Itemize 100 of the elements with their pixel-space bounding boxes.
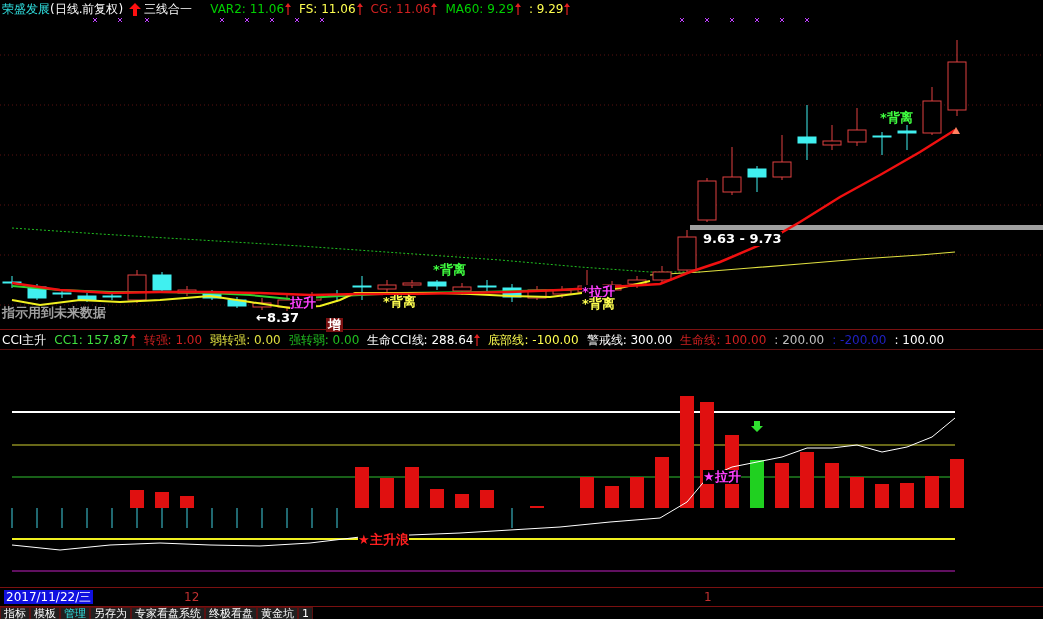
cci-stick [311, 507, 313, 529]
candlestick [922, 86, 942, 136]
stock-name: 荣盛发展 [2, 0, 50, 18]
chart-label: 9.63 - 9.73 [703, 232, 782, 246]
cci-stick [136, 507, 138, 529]
indicator-value: CCI主升 [2, 333, 47, 346]
indicator-name: 三线合一 [144, 0, 193, 18]
indicator-value: 弱转强: 0.00 [210, 333, 281, 346]
chart-label: 拉升 [290, 296, 316, 310]
candlestick [52, 289, 72, 299]
candlestick [502, 283, 522, 303]
candlestick [722, 146, 742, 196]
cci-bar [750, 460, 764, 508]
triangle-marker-icon [952, 127, 960, 134]
candlestick [77, 292, 97, 303]
indicator-value: : 9.29 [528, 3, 564, 15]
tab[interactable]: 黄金坑 [257, 607, 298, 619]
candlestick [377, 279, 397, 294]
cci-stick [336, 507, 338, 529]
candlestick [427, 279, 447, 291]
cci-bar [580, 477, 594, 508]
chart-label: *背离 [880, 111, 913, 125]
cci-bar [900, 483, 914, 508]
indicator-value: : 100.00 [894, 333, 945, 346]
axis-tick-label: 1 [704, 590, 712, 604]
candlestick [352, 275, 372, 301]
candlestick [797, 104, 817, 161]
chart-period: (日线.前复权) [50, 0, 124, 18]
indicator-value: FS: 11.06 [299, 3, 356, 15]
indicator-value: 生命CCI线: 288.64 [367, 333, 474, 346]
chart-label: ★拉升 [703, 470, 741, 484]
tab[interactable]: 指标 [0, 607, 30, 619]
tab[interactable]: 1 [298, 607, 313, 619]
cci-bar [405, 467, 419, 508]
chart-label: ←8.37 [256, 311, 299, 325]
chart-label: ★主升浪 [358, 533, 409, 547]
tab[interactable]: 专家看盘系统 [131, 607, 205, 619]
chart-label: *背离 [582, 297, 615, 311]
candlestick [677, 229, 697, 273]
candlestick [102, 291, 122, 301]
cci-bar [380, 478, 394, 508]
chart-label: *背离 [433, 263, 466, 277]
candlestick [152, 271, 172, 293]
indicator-value: 生命线: 100.00 [680, 333, 767, 346]
indicator-value: 底部线: -100.00 [488, 333, 579, 346]
tab[interactable]: 管理 [60, 607, 90, 619]
up-arrow-icon [129, 2, 142, 16]
cci-bar [800, 452, 814, 508]
candlestick [227, 296, 247, 309]
indicator-value: VAR2: 11.06 [210, 3, 285, 15]
cci-bar [480, 490, 494, 508]
chart-tag: 增 [326, 318, 343, 332]
cci-stick [511, 507, 513, 529]
cci-bar [850, 477, 864, 508]
cci-bar [605, 486, 619, 508]
indicator-value: 警戒线: 300.00 [586, 333, 673, 346]
candlestick [202, 289, 222, 301]
axis-tick-label: 12 [184, 590, 200, 604]
candlestick [177, 285, 197, 297]
indicator-value: CG: 11.06 [370, 3, 431, 15]
indicator-value: CC1: 157.87 [54, 333, 129, 346]
cci-bar [655, 457, 669, 508]
cci-stick [211, 507, 213, 529]
cci-stick [36, 507, 38, 529]
indicator-value: MA60: 9.29 [445, 3, 514, 15]
cursor-date: 2017/11/22/三 [4, 590, 94, 604]
cci-stick [86, 507, 88, 529]
cci-bar [875, 484, 889, 508]
cci-stick [286, 507, 288, 529]
chart-label: 指示用到未来数据 [2, 306, 106, 320]
tab[interactable]: 终极看盘 [205, 607, 257, 619]
candlestick [822, 124, 842, 151]
tab[interactable]: 模板 [30, 607, 60, 619]
cci-bar [630, 477, 644, 508]
cci-stick [161, 507, 163, 529]
cci-stick [236, 507, 238, 529]
indicator-value: : -200.00 [832, 333, 887, 346]
candlestick [847, 107, 867, 147]
cci-stick [11, 507, 13, 529]
candlestick [2, 275, 22, 289]
cci-bar [130, 490, 144, 508]
candlestick [697, 177, 717, 223]
cci-bar [430, 489, 444, 508]
candlestick [772, 134, 792, 181]
cci-stick [186, 507, 188, 529]
candlestick [252, 297, 272, 311]
candlestick [627, 275, 647, 289]
cci-bar [180, 496, 194, 508]
cci-bar [775, 463, 789, 508]
indicator-value: : 200.00 [774, 333, 825, 346]
candlestick [552, 285, 572, 299]
candlestick [477, 279, 497, 293]
indicator-value: 转强: 1.00 [143, 333, 203, 346]
candlestick [747, 165, 767, 193]
candlestick [127, 269, 147, 304]
tab[interactable]: 另存为 [90, 607, 131, 619]
indicator-value: 强转弱: 0.00 [288, 333, 360, 346]
cci-stick [61, 507, 63, 529]
cci-bar [825, 463, 839, 508]
cci-stick [111, 507, 113, 529]
